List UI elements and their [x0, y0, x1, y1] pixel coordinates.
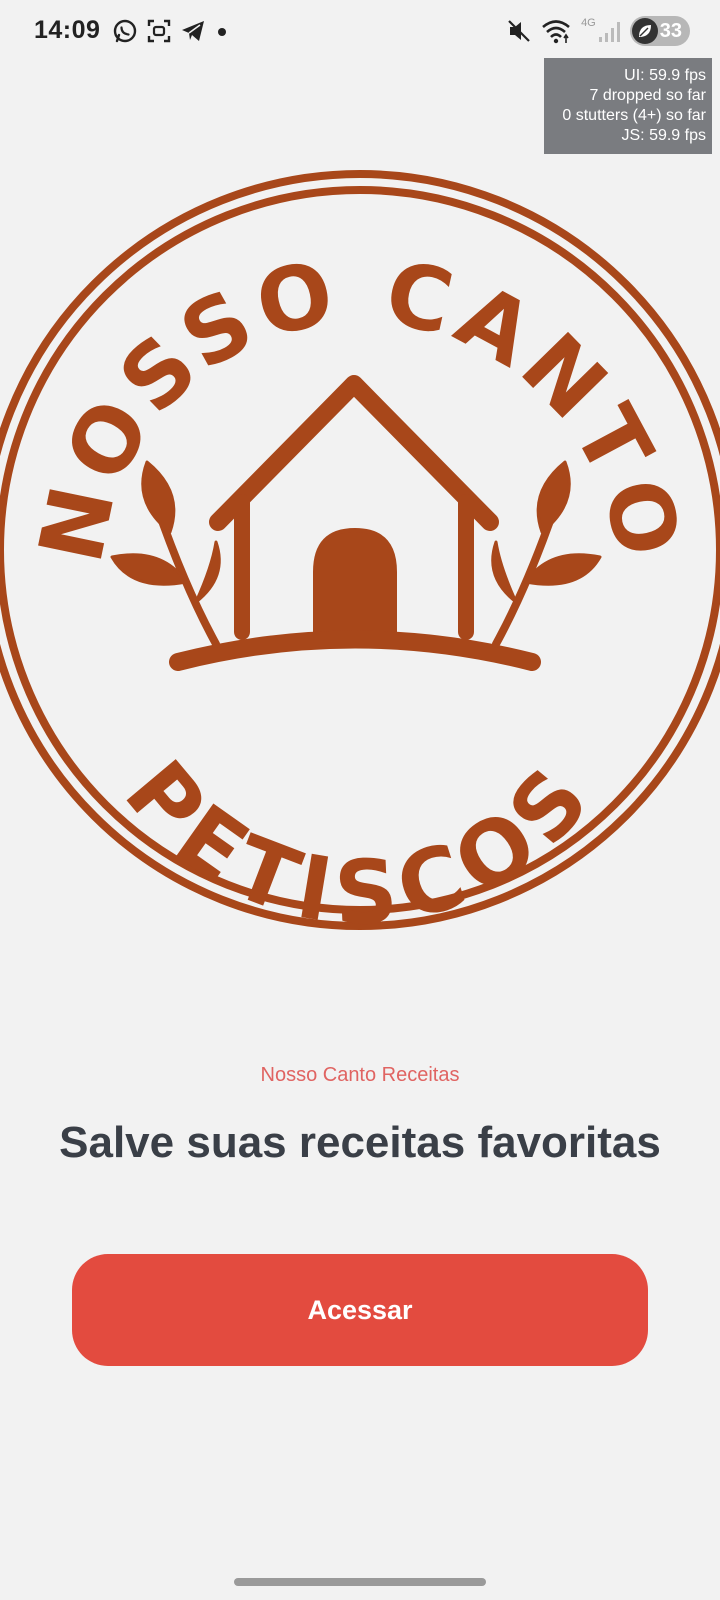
house-with-leaves-icon — [110, 375, 602, 671]
status-right-icons: 4G 33 — [507, 16, 690, 46]
signal-icon — [598, 18, 620, 44]
logo-text-bottom: PETISCOS — [105, 741, 614, 938]
status-time: 14:09 — [34, 16, 101, 44]
battery-saver-leaf-icon — [631, 18, 658, 44]
perf-dropped-frames: 7 dropped so far — [589, 87, 706, 104]
perf-js-fps: JS: 59.9 fps — [621, 127, 707, 144]
logo-text-top: NOSSO CANTO — [19, 239, 701, 570]
perf-ui-fps: UI: 59.9 fps — [624, 67, 706, 84]
whatsapp-icon — [112, 18, 138, 44]
status-bar: 14:09 4G 33 — [0, 0, 720, 64]
telegram-icon — [180, 18, 206, 44]
brand-label: Nosso Canto Receitas — [260, 1064, 460, 1086]
home-indicator[interactable] — [234, 1578, 486, 1586]
perf-monitor-overlay: UI: 59.9 fps 7 dropped so far 0 stutters… — [544, 58, 712, 154]
wifi-icon — [541, 18, 571, 44]
dot-icon — [214, 18, 230, 44]
scan-icon — [146, 18, 172, 44]
status-left-icons — [112, 18, 230, 44]
perf-stutters: 0 stutters (4+) so far — [562, 107, 706, 124]
mute-icon — [507, 18, 531, 44]
battery-level: 33 — [659, 19, 682, 42]
page-headline: Salve suas receitas favoritas — [59, 1118, 661, 1167]
network-type-label: 4G — [581, 17, 596, 29]
battery-icon: 33 — [629, 16, 690, 46]
brand-logo: NOSSO CANTO PETISCOS — [0, 170, 720, 938]
access-button[interactable]: Acessar — [72, 1254, 648, 1366]
